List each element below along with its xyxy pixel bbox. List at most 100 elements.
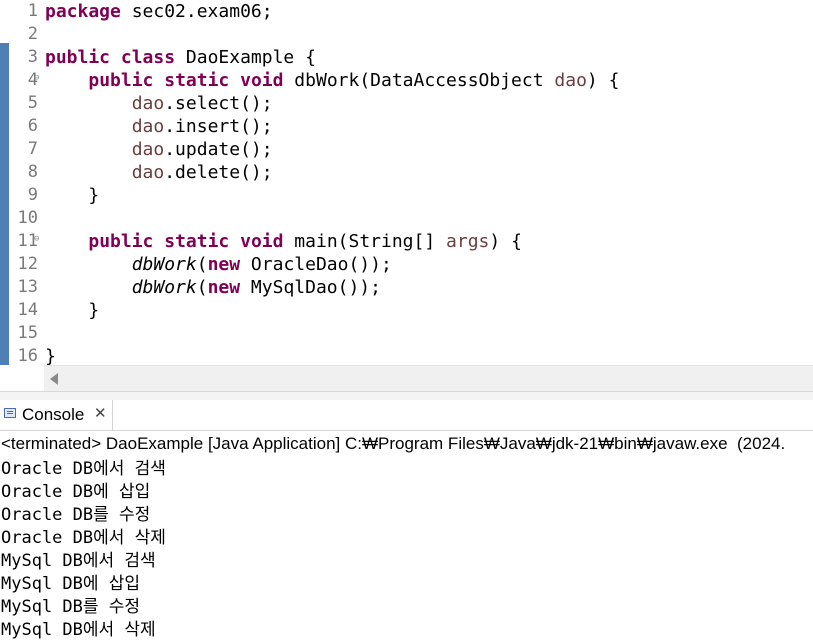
code-token: void [240, 70, 284, 91]
code-text: } [45, 299, 99, 322]
code-token: .insert(); [164, 116, 273, 137]
code-token: dao [554, 70, 587, 91]
code-line[interactable]: 5 dao.select(); [0, 92, 813, 115]
code-token: .select(); [164, 93, 273, 114]
code-line[interactable]: 12 dbWork(new OracleDao()); [0, 253, 813, 276]
code-token: ) { [586, 70, 620, 91]
line-number: 13 [17, 277, 38, 297]
line-number: 6 [27, 116, 38, 136]
line-number: 15 [17, 323, 38, 343]
line-number: 10 [17, 208, 38, 228]
console-output[interactable]: Oracle DB에서 검색 Oracle DB에 삽입 Oracle DB를 수정… [1, 458, 166, 642]
line-number: 8 [27, 162, 38, 182]
code-token: static [164, 70, 230, 91]
code-token: class [120, 47, 176, 68]
code-token: } [45, 185, 100, 206]
code-line[interactable]: 6 dao.insert(); [0, 115, 813, 138]
code-token: dao [131, 162, 165, 183]
line-number: 16 [17, 346, 38, 365]
code-line[interactable]: 10 [0, 207, 813, 230]
code-text: dao.delete(); [45, 161, 273, 184]
close-icon[interactable]: ✕ [94, 404, 107, 422]
code-token: ( [196, 254, 208, 275]
code-line[interactable]: 7 dao.update(); [0, 138, 813, 161]
code-line[interactable]: 2 [0, 23, 813, 46]
console-output-line: Oracle DB를 수정 [1, 505, 151, 525]
line-number: 1 [27, 1, 38, 21]
console-output-line: MySql DB에서 검색 [1, 551, 156, 571]
code-token: public [88, 70, 154, 91]
code-token: .update(); [164, 139, 273, 160]
code-token: package [45, 1, 121, 22]
code-text: } [45, 184, 99, 207]
code-token: void [240, 231, 284, 252]
line-number: 14 [17, 300, 38, 320]
console-output-line: MySql DB를 수정 [1, 597, 141, 617]
line-number: 2 [27, 24, 38, 44]
code-token: new [207, 277, 241, 298]
horizontal-scrollbar[interactable] [44, 365, 813, 392]
console-icon [4, 408, 16, 418]
code-token: dao [131, 93, 165, 114]
code-text: public static void dbWork(DataAccessObje… [45, 69, 619, 92]
code-text: } [45, 345, 56, 365]
fold-toggle-icon[interactable]: ⊖ [34, 234, 39, 244]
code-token: dbWork(DataAccessObject [283, 70, 555, 91]
code-text: public class DaoExample { [45, 46, 316, 69]
scroll-left-arrow-icon[interactable] [50, 373, 58, 385]
code-text: dbWork(new MySqlDao()); [45, 276, 381, 299]
console-output-line: Oracle DB에 삽입 [1, 482, 151, 502]
code-line[interactable]: 3 public class DaoExample { [0, 46, 813, 69]
code-token: ) { [489, 231, 522, 252]
code-token: main(String[] [283, 231, 447, 252]
code-token: ( [196, 277, 208, 298]
code-editor[interactable]: 1 package sec02.exam06; 2 3 public class Dao… [0, 0, 813, 365]
code-token: dbWork [131, 254, 197, 275]
tab-console[interactable]: Console ✕ [0, 400, 113, 430]
line-number: 3 [27, 47, 38, 67]
code-text: dao.update(); [45, 138, 273, 161]
console-tab-label: Console [22, 405, 85, 424]
code-token: sec02.exam06; [120, 1, 273, 22]
code-text: package sec02.exam06; [45, 0, 273, 23]
code-token: } [45, 346, 56, 365]
code-line[interactable]: 8 dao.delete(); [0, 161, 813, 184]
code-line[interactable]: 16} [0, 345, 813, 365]
tab-divider [0, 430, 813, 431]
code-line[interactable]: 14 } [0, 299, 813, 322]
line-number: 9 [27, 185, 38, 205]
code-token: MySqlDao()); [240, 277, 381, 298]
code-token: DaoExample { [175, 47, 316, 68]
code-token: public [88, 231, 154, 252]
code-text: dao.insert(); [45, 115, 273, 138]
code-token: static [164, 231, 230, 252]
code-token: public [45, 47, 111, 68]
code-token: .delete(); [164, 162, 273, 183]
line-number: 5 [27, 93, 38, 113]
code-token: new [207, 254, 241, 275]
fold-toggle-icon[interactable]: ⊖ [34, 73, 39, 83]
code-line[interactable]: 9 } [0, 184, 813, 207]
pane-separator[interactable] [0, 391, 813, 400]
code-line[interactable]: 15 [0, 322, 813, 345]
code-line[interactable]: 11 ⊖ public static void main(String[] arg… [0, 230, 813, 253]
code-token: dao [131, 139, 165, 160]
code-line[interactable]: 4 ⊖ public static void dbWork(DataAccessO… [0, 69, 813, 92]
code-line[interactable]: 13 dbWork(new MySqlDao()); [0, 276, 813, 299]
code-text: dbWork(new OracleDao()); [45, 253, 392, 276]
line-number: 7 [27, 139, 38, 159]
code-text: public static void main(String[] args) { [45, 230, 522, 253]
console-status-text: <terminated> DaoExample [Java Applicatio… [1, 434, 786, 453]
console-output-line: Oracle DB에서 삭제 [1, 528, 166, 548]
code-token: dbWork [131, 277, 197, 298]
code-line[interactable]: 1 package sec02.exam06; [0, 0, 813, 23]
